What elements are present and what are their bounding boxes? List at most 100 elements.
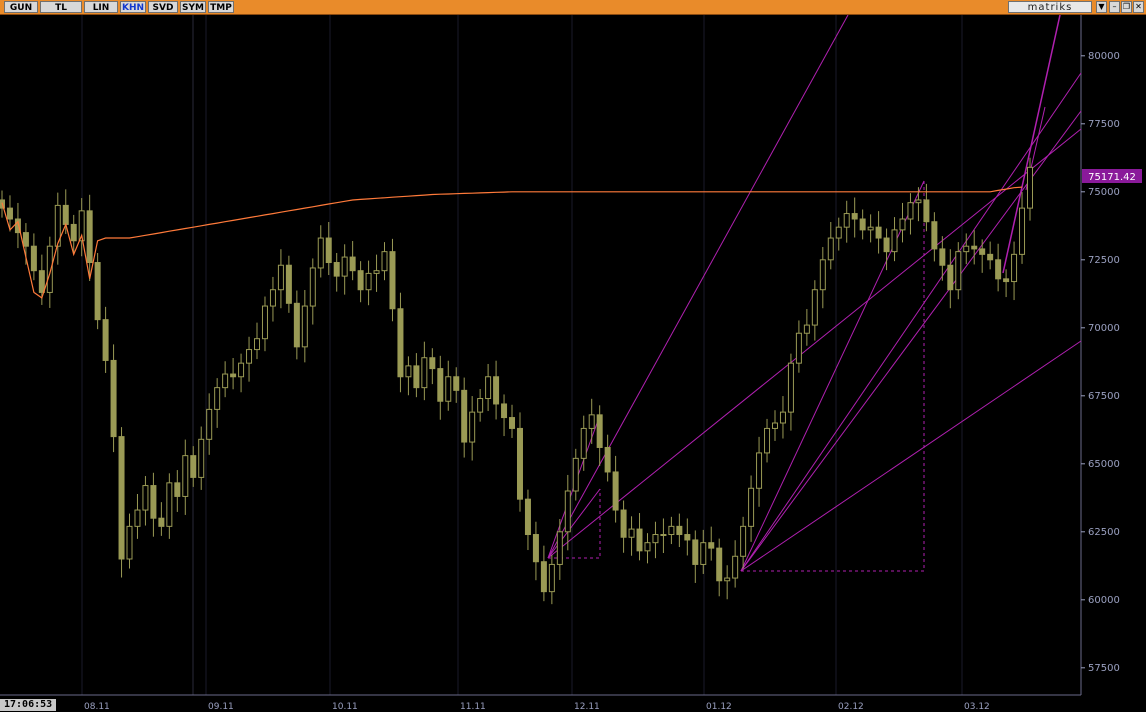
candle-body — [979, 248, 986, 255]
candle-body — [795, 332, 802, 364]
chart-background — [0, 15, 1146, 699]
candle-body — [708, 542, 715, 549]
candle-body — [461, 389, 468, 443]
candle-body — [652, 534, 659, 544]
y-tick-label: 65000 — [1088, 459, 1120, 470]
candle-body — [349, 256, 356, 272]
sym-button[interactable]: SYM — [180, 1, 206, 13]
candle-body — [851, 213, 858, 220]
candle-body — [309, 267, 316, 307]
candle-body — [365, 272, 372, 291]
candle-body — [724, 577, 731, 582]
svd-button[interactable]: SVD — [148, 1, 178, 13]
y-tick-label: 70000 — [1088, 323, 1120, 334]
candle-body — [301, 305, 308, 348]
y-tick-label: 62500 — [1088, 527, 1120, 538]
candle-body — [333, 262, 340, 277]
candle-body — [947, 264, 954, 291]
candle-body — [222, 373, 229, 389]
restore-icon[interactable]: ❐ — [1121, 1, 1132, 13]
candle-body — [756, 452, 763, 489]
candle-body — [269, 289, 276, 307]
candle-body — [134, 509, 141, 527]
y-tick-label: 57500 — [1088, 663, 1120, 674]
scale-lin-button[interactable]: LIN — [84, 1, 118, 13]
candle-body — [548, 563, 555, 593]
tmp-button[interactable]: TMP — [208, 1, 234, 13]
candle-body — [206, 408, 213, 440]
candle-body — [261, 305, 268, 340]
candle-body — [516, 427, 523, 500]
candle-body — [835, 226, 842, 239]
candle-body — [246, 349, 253, 364]
candle-body — [381, 251, 388, 272]
candle-body — [803, 324, 810, 334]
candle-body — [883, 237, 890, 253]
candle-body — [477, 398, 484, 413]
candle-body — [572, 457, 579, 492]
candle-body — [588, 414, 595, 429]
candle-body — [501, 403, 508, 419]
candle-body — [126, 525, 133, 560]
candle-body — [580, 427, 587, 459]
candle-body — [102, 319, 109, 361]
candle-body — [676, 525, 683, 536]
candle-body — [532, 534, 539, 563]
candle-body — [230, 373, 237, 378]
candle-body — [38, 270, 45, 293]
candle-body — [198, 438, 205, 478]
timeframe-gun-button[interactable]: GUN — [4, 1, 38, 13]
candle-body — [293, 302, 300, 348]
candle-body — [389, 251, 396, 310]
candle-body — [150, 485, 157, 519]
candle-body — [421, 357, 428, 389]
last-price-label: 75171.42 — [1088, 172, 1136, 183]
candle-body — [955, 251, 962, 291]
candle-body — [556, 531, 563, 565]
candle-body — [190, 455, 197, 478]
candle-body — [405, 365, 412, 378]
candle-body — [493, 376, 500, 405]
candle-body — [94, 262, 101, 321]
candle-body — [811, 289, 818, 326]
candle-body — [429, 357, 436, 370]
dropdown-icon[interactable]: ▼ — [1096, 1, 1107, 13]
candle-body — [254, 338, 261, 351]
candle-body — [86, 210, 93, 264]
candle-body — [787, 362, 794, 413]
candle-body — [819, 259, 826, 291]
price-chart[interactable]: 57500 60000 62500 65000 67500 70000 72500 75000… — [0, 15, 1146, 699]
candle-body — [373, 270, 380, 274]
currency-tl-button[interactable]: TL — [40, 1, 82, 13]
candle-body — [748, 487, 755, 527]
candle-body — [110, 359, 117, 438]
candle-body — [46, 245, 53, 293]
candle-body — [1027, 166, 1033, 209]
candle-body — [843, 213, 850, 228]
khn-button[interactable]: KHN — [120, 1, 146, 13]
candle-body — [867, 226, 874, 231]
candle-body — [891, 229, 898, 253]
candle-body — [700, 542, 707, 565]
candle-body — [899, 218, 906, 231]
candle-body — [987, 253, 994, 261]
candle-body — [30, 245, 37, 272]
candle-body — [445, 376, 452, 402]
y-tick-label: 75000 — [1088, 187, 1120, 198]
candle-body — [397, 308, 404, 378]
candle-body — [963, 245, 970, 253]
candle-body — [453, 376, 460, 391]
y-tick-label: 67500 — [1088, 391, 1120, 402]
candle-body — [238, 362, 245, 378]
candle-body — [62, 204, 69, 225]
close-icon[interactable]: ✕ — [1133, 1, 1144, 13]
candle-body — [604, 446, 611, 473]
candle-body — [596, 414, 603, 448]
candle-body — [469, 411, 476, 443]
candle-body — [22, 232, 29, 247]
minimize-icon[interactable]: – — [1109, 1, 1120, 13]
candle-body — [142, 485, 149, 511]
candle-body — [325, 237, 332, 264]
candle-body — [923, 199, 930, 223]
y-tick-label: 72500 — [1088, 255, 1120, 266]
